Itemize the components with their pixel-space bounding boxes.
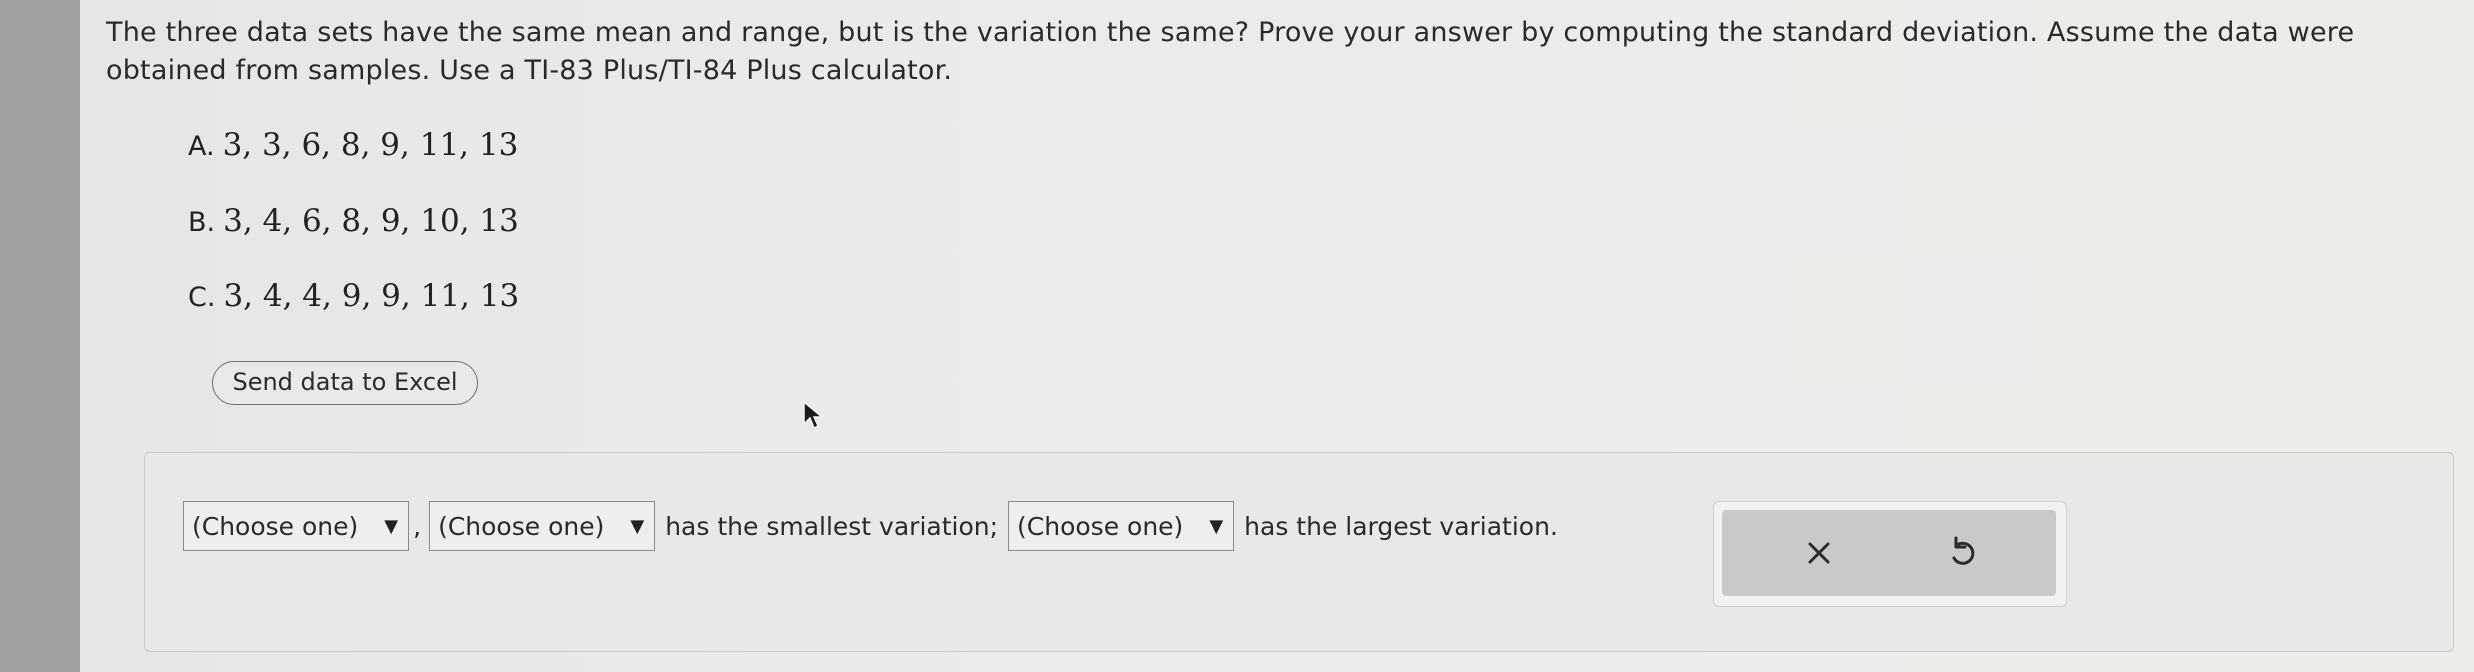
dataset-values: 3, 4, 6, 8, 9, 10, 13 xyxy=(223,203,519,239)
problem-page: The three data sets have the same mean a… xyxy=(80,0,2474,672)
undo-icon[interactable] xyxy=(1938,530,1988,576)
dataset-c: C. 3, 4, 4, 9, 9, 11, 13 xyxy=(188,278,519,314)
dataset-label: A. xyxy=(188,131,215,162)
answer-area: (Choose one) ▼ , (Choose one) ▼ has the … xyxy=(144,452,2454,652)
smallest-variation-text: has the smallest variation; xyxy=(665,511,999,541)
dataset-values: 3, 4, 4, 9, 9, 11, 13 xyxy=(223,278,520,314)
dropdown-value: (Choose one) xyxy=(438,511,605,541)
dropdown-arrow-icon: ▼ xyxy=(1209,515,1224,537)
send-to-excel-button[interactable]: Send data to Excel xyxy=(212,361,478,405)
dataset-label: B. xyxy=(188,207,216,238)
choose-dropdown-3[interactable]: (Choose one) ▼ xyxy=(1008,501,1235,551)
dropdown-value: (Choose one) xyxy=(192,511,359,541)
mouse-pointer-icon xyxy=(803,400,825,430)
dropdown-arrow-icon: ▼ xyxy=(630,515,645,537)
close-icon[interactable] xyxy=(1794,530,1844,576)
dataset-a: A. 3, 3, 6, 8, 9, 11, 13 xyxy=(188,127,518,163)
answer-tools-panel xyxy=(1713,501,2067,607)
choose-dropdown-2[interactable]: (Choose one) ▼ xyxy=(429,501,656,551)
answer-sentence: (Choose one) ▼ , (Choose one) ▼ has the … xyxy=(183,499,1568,553)
choose-dropdown-1[interactable]: (Choose one) ▼ xyxy=(183,501,410,551)
dataset-label: C. xyxy=(188,282,216,313)
dropdown-arrow-icon: ▼ xyxy=(384,515,399,537)
largest-variation-text: has the largest variation. xyxy=(1244,511,1558,541)
dataset-values: 3, 3, 6, 8, 9, 11, 13 xyxy=(222,127,519,163)
dataset-b: B. 3, 4, 6, 8, 9, 10, 13 xyxy=(188,203,519,239)
answer-tools-bar xyxy=(1722,510,2056,596)
separator-comma: , xyxy=(413,511,422,541)
dropdown-value: (Choose one) xyxy=(1017,511,1184,541)
question-text: The three data sets have the same mean a… xyxy=(106,17,2355,86)
